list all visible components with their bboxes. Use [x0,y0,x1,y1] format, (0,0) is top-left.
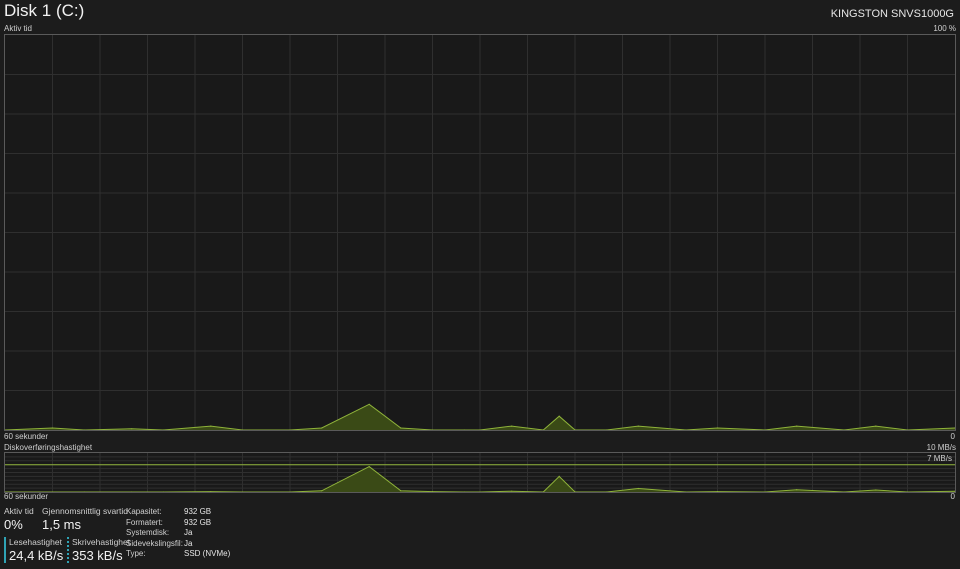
active-time-chart-svg [5,35,955,430]
active-chart-min-label: 0 [950,432,955,441]
data-point [463,491,465,492]
data-point [637,487,639,490]
data-point [131,491,133,492]
data-point [875,489,877,491]
transfer-chart-label: Diskoverføringshastighet [4,443,93,452]
data-point [162,491,164,492]
data-point [400,427,402,429]
avg-response-stat-label: Gjennomsnittlig svartid [42,506,128,516]
active-chart-max-label: 100 % [933,24,956,33]
write-speed-value: 353 kB/s [72,548,123,563]
data-point [368,403,370,405]
write-speed-indicator [67,537,69,563]
data-point [511,490,513,492]
data-point [511,425,513,427]
avg-response-stat-value: 1,5 ms [42,517,82,532]
property-label: Type: [126,549,146,558]
transfer-chart-max-label: 10 MB/s [926,443,956,452]
property-value: Ja [184,528,193,537]
property-row: Systemdisk: Ja [126,528,246,539]
active-chart-label: Aktiv tid [4,24,33,33]
data-point [321,427,323,429]
property-value: Ja [184,538,193,548]
read-speed-label: Lesehastighet [9,537,62,547]
property-value: 932 GB [184,517,212,527]
property-value: 932 GB [184,507,212,516]
read-speed-value: 24,4 kB/s [9,548,64,563]
read-speed-stat: Lesehastighet 24,4 kB/s [4,537,64,563]
disk-title: Disk 1 (C:) [4,1,85,20]
property-row: Type: SSD (NVMe) [126,549,246,560]
data-point [131,428,133,430]
property-label: Sidevekslingsfil: [126,538,183,548]
property-label: Systemdisk: [126,528,170,537]
read-speed-indicator [4,537,6,563]
data-point [558,475,560,477]
transfer-chart-min-label: 0 [950,492,955,501]
property-value: SSD (NVMe) [184,549,231,558]
data-point [321,490,323,492]
data-point [83,491,85,492]
data-point [368,466,370,468]
data-point [463,429,465,430]
property-label: Kapasitet: [126,507,162,516]
active-chart-time-label: 60 sekunder [4,432,49,441]
active-time-stat-value: 0% [4,517,23,532]
data-point [796,425,798,427]
active-time-chart [4,34,956,431]
data-point [637,425,639,427]
data-point [210,425,212,427]
data-point [558,415,560,417]
write-speed-label: Skrivehastighet [72,537,131,547]
data-point [875,425,877,427]
data-point [400,490,402,492]
active-time-stat-label: Aktiv tid [4,506,34,516]
write-speed-stat: Skrivehastighet 353 kB/s [67,537,131,563]
transfer-rate-chart-svg [5,453,955,492]
disk-model: KINGSTON SNVS1000G [830,8,954,20]
transfer-chart-time-label: 60 sekunder [4,492,49,501]
data-point [51,427,54,429]
property-row: Sidevekslingsfil: Ja [126,539,246,550]
disk-properties: Kapasitet: 932 GB Formatert: 932 GB Syst… [126,507,246,560]
data-point [796,489,798,491]
property-label: Formatert: [126,517,163,527]
transfer-chart-ref-label: 7 MB/s [927,454,952,463]
transfer-rate-chart: 7 MB/s [4,452,956,493]
data-point [716,427,719,429]
property-row: Formatert: 932 GB [126,518,246,529]
property-row: Kapasitet: 932 GB [126,507,246,518]
